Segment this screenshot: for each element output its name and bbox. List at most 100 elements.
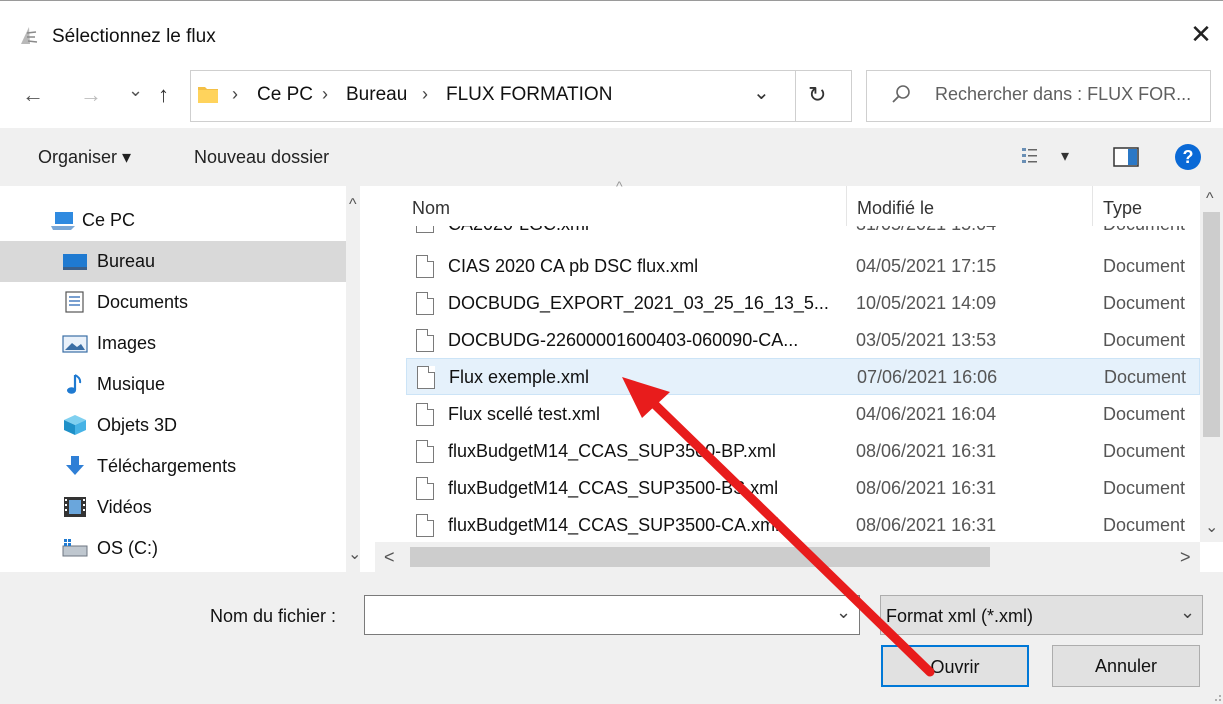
organize-button[interactable]: Organiser ▾ <box>38 147 131 168</box>
file-name: fluxBudgetM14_CCAS_SUP3500-BS.xml <box>448 478 779 498</box>
videos-icon <box>64 497 86 517</box>
table-row[interactable]: fluxBudgetM14_CCAS_SUP3500-CA.xml 08/06/… <box>406 507 1200 544</box>
table-row[interactable]: CIAS 2020 CA pb DSC flux.xml 04/05/2021 … <box>406 248 1200 285</box>
file-type: Document <box>1103 404 1186 424</box>
table-row[interactable]: DOCBUDG_EXPORT_2021_03_25_16_13_5... 10/… <box>406 285 1200 322</box>
column-divider <box>1092 186 1093 226</box>
sidebar-item-label: Ce PC <box>82 210 136 230</box>
file-icon <box>416 255 434 278</box>
address-divider <box>795 70 796 122</box>
downloads-icon <box>66 456 84 475</box>
sidebar-item-documents[interactable]: Documents <box>0 282 346 323</box>
recent-locations-icon[interactable]: ⌄ <box>128 80 143 101</box>
sidebar-scroll-up-icon[interactable]: ^ <box>349 196 357 214</box>
filename-label: Nom du fichier : <box>210 606 337 626</box>
close-icon[interactable]: ✕ <box>1188 20 1214 48</box>
open-button[interactable]: Ouvrir <box>881 645 1029 687</box>
sidebar-scrollbar[interactable] <box>346 186 360 572</box>
table-row[interactable]: DOCBUDG-22600001600403-060090-CA... 03/0… <box>406 322 1200 359</box>
sort-indicator-icon: ^ <box>616 178 623 194</box>
table-row-clipped[interactable]: CA2020-LGC.xml 31/05/2021 15:04 Document <box>406 226 1200 240</box>
back-icon[interactable]: ← <box>22 82 44 108</box>
file-name: Flux exemple.xml <box>449 367 590 387</box>
sidebar-item-bureau[interactable]: Bureau <box>0 241 346 282</box>
up-icon[interactable]: ↑ <box>158 82 169 108</box>
scroll-left-icon[interactable]: < <box>384 547 395 568</box>
file-date: 08/06/2021 16:31 <box>856 441 997 461</box>
breadcrumb-bureau[interactable]: Bureau <box>346 84 407 106</box>
vertical-scroll-thumb[interactable] <box>1203 212 1220 437</box>
scroll-up-icon[interactable]: ^ <box>1206 190 1214 208</box>
preview-pane-icon[interactable] <box>1112 145 1140 169</box>
breadcrumb-ce-pc[interactable]: Ce PC <box>257 84 313 106</box>
file-icon <box>416 477 434 500</box>
file-date: 04/05/2021 17:15 <box>856 256 997 276</box>
sidebar-item-images[interactable]: Images <box>0 323 346 364</box>
scroll-right-icon[interactable]: > <box>1180 547 1191 568</box>
computer-icon <box>51 212 75 230</box>
breadcrumb-flux-formation[interactable]: FLUX FORMATION <box>446 84 612 106</box>
table-row-hovered[interactable]: Flux exemple.xml 07/06/2021 16:06 Docume… <box>406 358 1200 395</box>
forward-icon[interactable]: → <box>80 82 102 108</box>
dialog-footer <box>0 572 1223 704</box>
file-icon <box>416 226 434 233</box>
sidebar-item-objets-3d[interactable]: Objets 3D <box>0 405 346 446</box>
file-icon <box>416 329 434 352</box>
desktop-icon <box>63 254 87 270</box>
sidebar-item-label: Bureau <box>97 251 156 271</box>
sidebar-item-musique[interactable]: Musique <box>0 364 346 405</box>
file-date: 31/05/2021 15:04 <box>856 226 996 235</box>
scroll-down-icon[interactable]: ⌄ <box>1205 517 1218 537</box>
sidebar-item-ce-pc[interactable]: Ce PC <box>0 200 346 241</box>
file-icon <box>417 366 435 389</box>
file-date: 07/06/2021 16:06 <box>857 367 998 387</box>
file-name: fluxBudgetM14_CCAS_SUP3500-BP.xml <box>448 441 776 461</box>
file-type: Document <box>1103 441 1186 461</box>
help-icon[interactable]: ? <box>1175 144 1201 170</box>
file-date: 04/06/2021 16:04 <box>856 404 997 424</box>
app-icon <box>21 27 38 44</box>
file-type-dropdown-icon[interactable]: ⌄ <box>1180 602 1195 623</box>
address-dropdown-icon[interactable]: ⌄ <box>753 80 770 105</box>
window-title: Sélectionnez le flux <box>52 26 216 47</box>
images-icon <box>62 335 88 353</box>
file-icon <box>416 514 434 537</box>
file-name: fluxBudgetM14_CCAS_SUP3500-CA.xml <box>448 515 780 535</box>
table-row[interactable]: fluxBudgetM14_CCAS_SUP3500-BS.xml 08/06/… <box>406 470 1200 507</box>
sidebar-item-os-c[interactable]: OS (C:) <box>0 528 346 569</box>
filename-input[interactable] <box>364 595 860 635</box>
file-type-value: Format xml (*.xml) <box>886 606 1033 626</box>
resize-grip-icon[interactable] <box>1210 690 1222 702</box>
file-name: CIAS 2020 CA pb DSC flux.xml <box>448 256 699 276</box>
file-type: Document <box>1104 367 1187 387</box>
refresh-icon[interactable]: ↻ <box>808 82 826 108</box>
file-type: Document <box>1103 478 1186 498</box>
cancel-button[interactable]: Annuler <box>1052 645 1200 687</box>
view-dropdown-icon[interactable]: ▾ <box>1061 146 1069 166</box>
column-header-type[interactable]: Type <box>1103 198 1142 219</box>
sidebar-item-videos[interactable]: Vidéos <box>0 487 346 528</box>
sidebar-item-label: Téléchargements <box>97 456 237 476</box>
file-type: Document <box>1103 226 1185 235</box>
filename-dropdown-icon[interactable]: ⌄ <box>836 602 851 623</box>
horizontal-scroll-thumb[interactable] <box>410 547 990 567</box>
file-icon <box>416 403 434 426</box>
column-header-modified[interactable]: Modifié le <box>857 198 934 219</box>
view-options-icon[interactable] <box>1021 146 1047 168</box>
breadcrumb-separator: › <box>232 84 238 104</box>
new-folder-button[interactable]: Nouveau dossier <box>194 147 329 168</box>
table-row[interactable]: Flux scellé test.xml 04/06/2021 16:04 Do… <box>406 396 1200 433</box>
folder-icon <box>198 87 218 103</box>
sidebar-item-label: Objets 3D <box>97 415 178 435</box>
breadcrumb-separator: › <box>422 84 428 104</box>
sidebar-item-label: Musique <box>97 374 166 394</box>
sidebar-item-telechargements[interactable]: Téléchargements <box>0 446 346 487</box>
search-input[interactable]: Rechercher dans : FLUX FOR... <box>935 84 1191 105</box>
file-type: Document <box>1103 293 1186 313</box>
file-type: Document <box>1103 330 1186 350</box>
table-row[interactable]: fluxBudgetM14_CCAS_SUP3500-BP.xml 08/06/… <box>406 433 1200 470</box>
file-name: Flux scellé test.xml <box>448 404 601 424</box>
drive-icon <box>62 539 88 557</box>
music-icon <box>67 374 82 394</box>
column-header-name[interactable]: Nom <box>412 198 450 219</box>
